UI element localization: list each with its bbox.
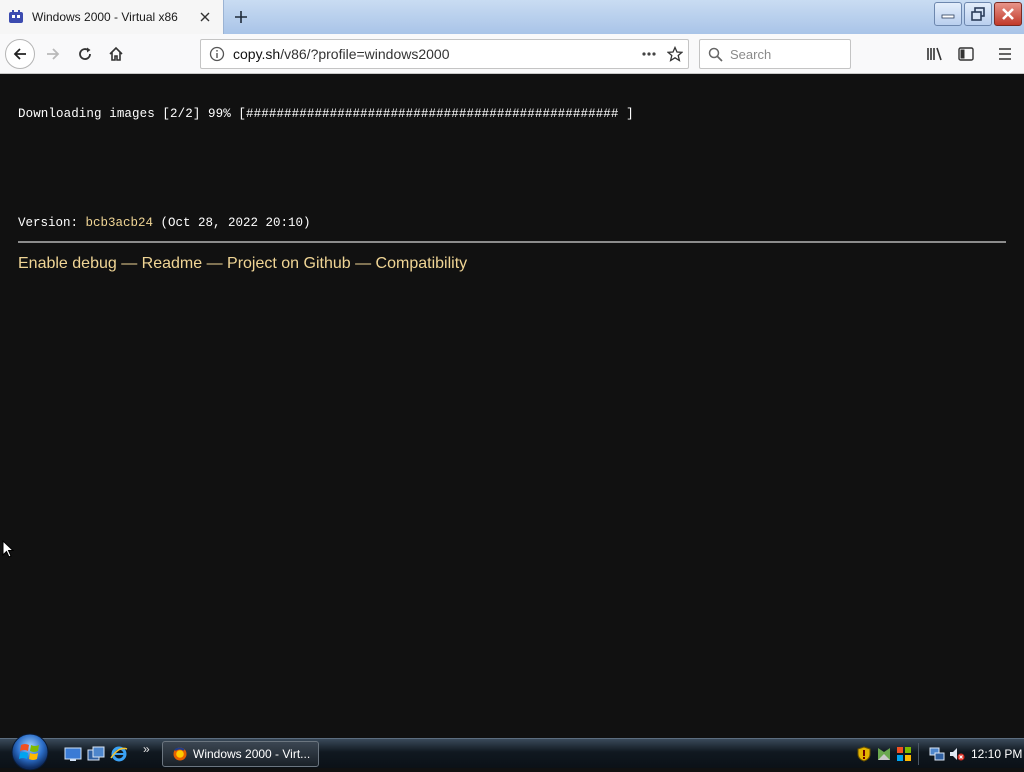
url-bar[interactable]: copy.sh/v86/?profile=windows2000 [200,39,689,69]
mouse-pointer-icon [2,539,15,563]
navigation-toolbar: copy.sh/v86/?profile=windows2000 [0,34,1024,74]
horizontal-divider [18,241,1006,243]
reload-icon [79,47,91,60]
version-line: Version: bcb3acb24 (Oct 28, 2022 20:10) [18,216,311,230]
page-content: Downloading images [2/2] 99% [##########… [0,74,1024,738]
minimize-button[interactable] [934,2,962,26]
search-bar[interactable] [699,39,851,69]
compatibility-link[interactable]: Compatibility [376,255,468,272]
security-shield-icon[interactable] [856,746,872,762]
menu-button[interactable] [990,39,1020,69]
tab-title: Windows 2000 - Virtual x86 [32,10,178,24]
home-button[interactable] [101,39,131,69]
download-progress-text: Downloading images [2/2] 99% [##########… [18,107,634,121]
close-icon [1002,8,1014,20]
home-icon [109,46,123,61]
v86-app-icon [8,9,24,25]
enable-debug-link[interactable]: Enable debug [18,255,117,272]
search-input[interactable] [730,46,840,62]
link-separator: — [116,255,142,272]
new-tab-button[interactable] [228,4,254,30]
search-icon [700,47,730,62]
update-icon[interactable] [876,746,892,762]
readme-link[interactable]: Readme [142,255,202,272]
library-button[interactable] [920,39,950,69]
close-window-button[interactable] [994,2,1022,26]
quicklaunch-overflow-chevron[interactable]: » [143,742,150,756]
url-path: /v86/?profile=windows2000 [280,46,450,62]
footer-links: Enable debug — Readme — Project on Githu… [18,255,467,273]
volume-muted-icon[interactable] [949,746,965,762]
version-date: (Oct 28, 2022 20:10) [153,216,311,230]
taskbar-item-label: Windows 2000 - Virt... [193,747,311,761]
show-desktop-icon[interactable] [64,746,82,762]
windows-taskbar: » Windows 2000 - Virt... 12:10 PM [0,733,1024,771]
sidebar-icon [958,47,974,61]
windows-start-orb-icon [11,733,49,771]
network-icon[interactable] [929,746,945,762]
internet-explorer-icon[interactable] [110,746,128,762]
restore-icon [971,7,985,21]
url-domain: copy.sh [233,46,281,62]
back-button[interactable] [5,39,35,69]
window-controls [934,2,1022,26]
minimize-icon [941,14,955,19]
bookmark-star-icon[interactable] [662,46,688,62]
start-button[interactable] [9,733,51,771]
taskbar-clock[interactable]: 12:10 PM [971,747,1022,761]
info-icon[interactable] [201,46,233,62]
reload-button[interactable] [70,39,100,69]
link-separator: — [350,255,376,272]
sidebar-button[interactable] [951,39,981,69]
page-actions-icon[interactable] [636,51,662,57]
tray-separator [918,743,919,765]
tab-windows-2000[interactable]: Windows 2000 - Virtual x86 [0,0,224,34]
switch-windows-icon[interactable] [87,746,105,762]
system-tray: 12:10 PM [852,739,1024,769]
arrow-left-icon [13,48,26,60]
restore-button[interactable] [964,2,992,26]
url-text[interactable]: copy.sh/v86/?profile=windows2000 [233,46,636,62]
forward-button[interactable] [38,39,68,69]
browser-titlebar: Windows 2000 - Virtual x86 [0,0,1024,34]
github-project-link[interactable]: Project on Github [227,255,351,272]
tab-close-icon[interactable] [193,5,217,29]
version-hash-link[interactable]: bcb3acb24 [86,216,154,230]
windows-flag-icon[interactable] [896,746,912,762]
plus-icon [235,11,247,23]
link-separator: — [202,255,228,272]
hamburger-menu-icon [999,48,1011,60]
taskbar-item-windows-2000[interactable]: Windows 2000 - Virt... [162,741,319,767]
library-icon [927,47,942,61]
firefox-icon [171,746,189,762]
arrow-right-icon [47,48,60,60]
version-label: Version: [18,216,86,230]
